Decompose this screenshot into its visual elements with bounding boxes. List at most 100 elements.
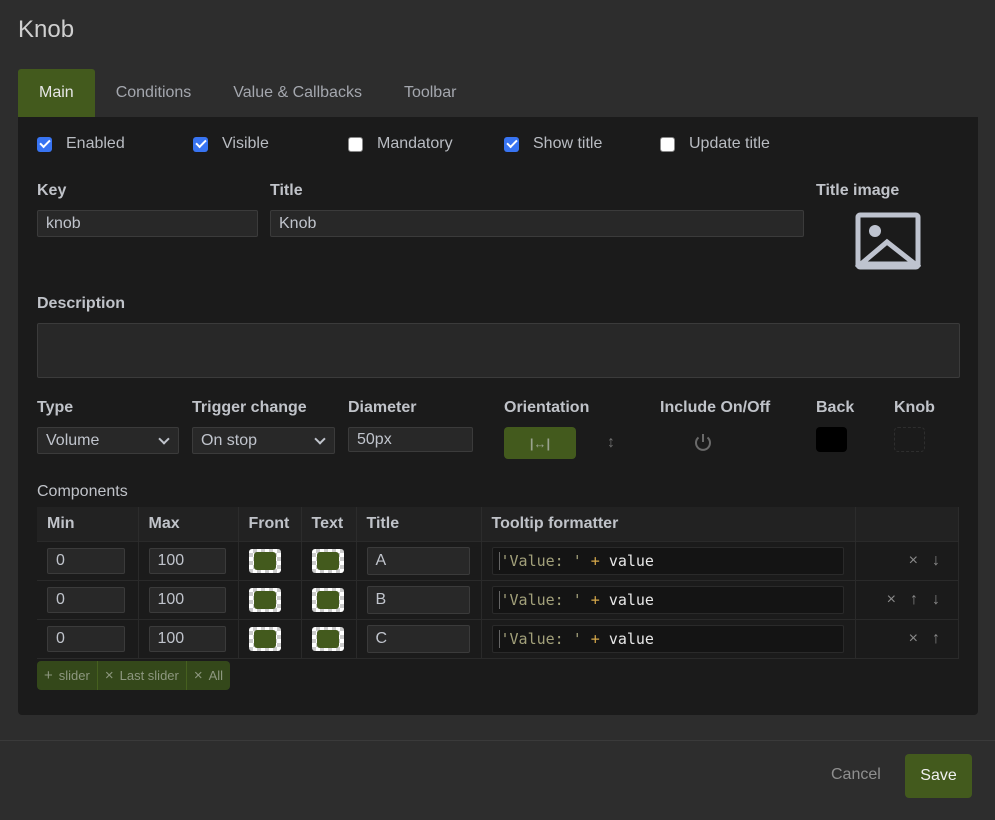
update-title-checkbox[interactable]: Update title [660,135,770,153]
show-title-label: Show title [533,135,603,152]
move-up-icon[interactable]: ↑ [910,591,918,609]
title-input[interactable]: A [366,546,470,575]
move-down-icon[interactable]: ↓ [932,591,940,609]
text-color-picker[interactable] [311,548,344,573]
diameter-input[interactable]: 50px [348,427,473,452]
tooltip-formatter-editor[interactable]: 'Value: ' + value [491,546,844,575]
back-color-swatch[interactable] [816,427,847,452]
col-tooltip-formatter: Tooltip formatter [481,507,856,541]
type-label: Type [37,399,74,416]
min-input[interactable]: 0 [47,547,125,574]
enabled-checkbox[interactable]: Enabled [37,135,125,153]
max-input[interactable]: 100 [148,586,226,613]
orientation-horizontal-button[interactable]: |↔| [504,427,576,459]
color-swatch [253,551,276,570]
include-on-off-label: Include On/Off [660,399,771,416]
plus-icon: + [44,667,53,684]
title-image-label: Title image [816,182,900,199]
min-input[interactable]: 0 [47,625,125,652]
back-color-label: Back [816,399,855,416]
code-operator: + [590,629,600,648]
cancel-button[interactable]: Cancel [831,766,881,784]
col-text: Text [301,507,357,541]
color-swatch [253,629,276,648]
col-front: Front [238,507,302,541]
trigger-change-value: On stop [201,431,258,449]
checkbox-unchecked-icon[interactable] [348,136,363,152]
remove-all-sliders-button[interactable]: × All [187,661,230,690]
remove-row-icon[interactable]: × [909,630,918,648]
title-input[interactable]: C [366,624,470,653]
text-cursor [498,590,500,609]
knob-color-label: Knob [894,399,935,416]
row-actions: × ↓ [866,552,949,570]
move-down-icon[interactable]: ↓ [932,552,940,570]
knob-color-swatch[interactable] [894,427,925,452]
vertical-arrows-icon: ↕ [607,434,615,451]
remove-last-slider-button[interactable]: × Last slider [98,661,187,690]
remove-row-icon[interactable]: × [887,591,896,609]
add-slider-button[interactable]: + slider [37,661,98,690]
checkbox-checked-icon[interactable] [37,136,52,152]
title-input[interactable]: B [366,585,470,614]
key-input[interactable]: knob [37,210,258,237]
trigger-change-label: Trigger change [192,399,307,416]
remove-row-icon[interactable]: × [909,552,918,570]
update-title-label: Update title [689,135,770,152]
col-actions [855,507,959,541]
tooltip-formatter-editor[interactable]: 'Value: ' + value [491,585,844,614]
col-min: Min [37,507,139,541]
mandatory-checkbox[interactable]: Mandatory [348,135,453,153]
code-variable: value [608,551,654,570]
tab-bar: Main Conditions Value & Callbacks Toolba… [18,69,477,117]
show-title-checkbox[interactable]: Show title [504,135,602,153]
chevron-down-icon [314,432,326,445]
checkbox-unchecked-icon[interactable] [660,136,675,152]
code-variable: value [608,590,654,609]
description-textarea[interactable] [37,323,960,378]
row-actions: × ↑ ↓ [866,591,949,609]
checkbox-checked-icon[interactable] [193,136,208,152]
min-input[interactable]: 0 [47,586,125,613]
code-string: 'Value: ' [500,629,582,648]
front-color-picker[interactable] [248,587,281,612]
table-header-row: Min Max Front Text Title Tooltip formatt… [37,507,959,541]
table-row: 0 100 A 'Value: ' + value × ↓ [37,540,959,581]
horizontal-arrows-icon: |↔| [529,435,551,451]
tab-toolbar[interactable]: Toolbar [383,69,477,117]
color-swatch [316,629,339,648]
checkbox-checked-icon[interactable] [504,136,519,152]
max-input[interactable]: 100 [148,547,226,574]
trigger-change-select[interactable]: On stop [192,427,335,454]
move-up-icon[interactable]: ↑ [932,630,940,648]
remove-all-sliders-label: All [208,668,224,683]
text-color-picker[interactable] [311,626,344,651]
visible-checkbox[interactable]: Visible [193,135,269,153]
max-input[interactable]: 100 [148,625,226,652]
title-input[interactable]: Knob [270,210,804,237]
tab-conditions[interactable]: Conditions [95,69,213,117]
text-color-picker[interactable] [311,587,344,612]
main-panel: Enabled Visible Mandatory Show title Upd… [18,117,978,715]
key-label: Key [37,182,67,199]
close-icon: × [104,667,114,684]
tab-main[interactable]: Main [18,69,95,117]
type-select[interactable]: Volume [37,427,179,454]
front-color-picker[interactable] [248,548,281,573]
title-label: Title [270,182,303,199]
tooltip-formatter-editor[interactable]: 'Value: ' + value [491,624,844,653]
power-icon[interactable] [692,431,714,453]
remove-last-slider-label: Last slider [119,668,179,683]
visible-label: Visible [222,135,269,152]
col-title: Title [356,507,482,541]
description-label: Description [37,295,126,312]
orientation-vertical-button[interactable]: ↕ [600,430,622,456]
mandatory-label: Mandatory [377,135,453,152]
save-button[interactable]: Save [905,754,972,798]
front-color-picker[interactable] [248,626,281,651]
footer-divider [0,740,995,741]
text-cursor [498,551,500,570]
tab-value-callbacks[interactable]: Value & Callbacks [212,69,383,117]
code-operator: + [590,590,600,609]
image-placeholder-icon[interactable] [854,212,923,270]
